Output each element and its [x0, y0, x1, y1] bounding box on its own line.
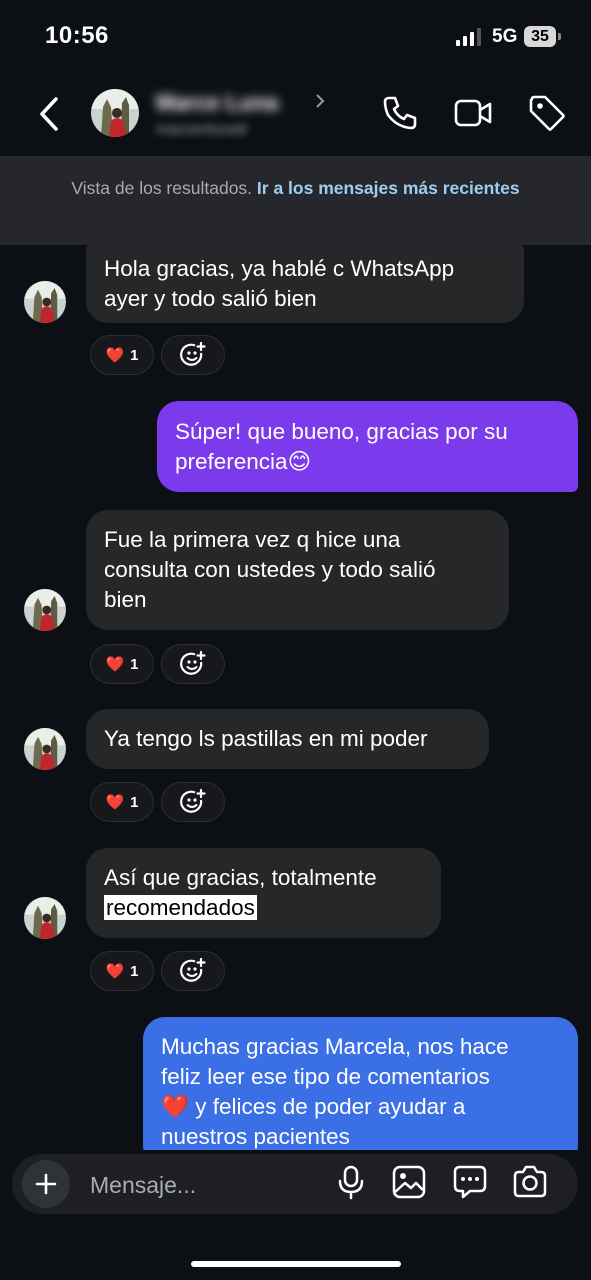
message-line: bien: [104, 587, 147, 612]
add-emoji-icon: [180, 341, 206, 366]
message-line: preferencia😊: [175, 448, 312, 474]
reaction-count: 1: [130, 962, 139, 980]
heart-icon: ❤️: [105, 963, 125, 980]
message-line: Muchas gracias Marcela, nos hace: [161, 1034, 509, 1059]
contact-name[interactable]: Marce Luna: [156, 90, 278, 116]
reaction-badge[interactable]: ❤️ 1: [90, 335, 154, 375]
sender-avatar[interactable]: [24, 281, 66, 323]
message-line: feliz leer ese tipo de comentarios: [161, 1064, 490, 1089]
message-line: ❤️ y felices de poder ayudar a: [161, 1094, 466, 1119]
heart-icon: ❤️: [105, 794, 125, 811]
heart-icon: ❤️: [105, 347, 125, 364]
phone-icon[interactable]: [380, 93, 420, 133]
reaction-badge[interactable]: ❤️ 1: [90, 644, 154, 684]
chevron-right-icon[interactable]: [314, 92, 326, 110]
add-reaction-button[interactable]: [161, 782, 225, 822]
sender-avatar[interactable]: [24, 589, 66, 631]
plus-icon: [35, 1173, 57, 1195]
message-input[interactable]: [88, 1168, 322, 1202]
message-line: ayer y todo salió bien: [104, 286, 317, 311]
add-emoji-icon: [180, 788, 206, 813]
incoming-message[interactable]: Ya tengo ls pastillas en mi poder: [86, 709, 489, 769]
incoming-message[interactable]: Fue la primera vez q hice una consulta c…: [86, 510, 509, 630]
sender-avatar[interactable]: [24, 728, 66, 770]
battery-icon: 35: [524, 26, 556, 47]
network-label: 5G: [492, 26, 518, 47]
home-indicator: [191, 1261, 401, 1267]
contact-avatar[interactable]: [91, 89, 139, 137]
video-camera-icon[interactable]: [453, 93, 493, 133]
search-highlight: recomendados: [104, 895, 257, 920]
image-icon[interactable]: [389, 1162, 429, 1202]
results-banner: Vista de los resultados. Ir a los mensaj…: [0, 156, 591, 245]
reaction-badge[interactable]: ❤️ 1: [90, 951, 154, 991]
message-line: Fue la primera vez q hice una: [104, 527, 401, 552]
heart-icon: ❤️: [105, 656, 125, 673]
camera-icon[interactable]: [510, 1162, 550, 1202]
outgoing-message[interactable]: Súper! que bueno, gracias por su prefere…: [157, 401, 578, 492]
banner-text: Vista de los resultados.: [71, 178, 253, 198]
incoming-message[interactable]: Así que gracias, totalmente recomendados: [86, 848, 441, 938]
sender-avatar[interactable]: [24, 897, 66, 939]
recent-messages-link[interactable]: Ir a los mensajes más recientes: [257, 178, 520, 198]
chevron-left-icon[interactable]: [36, 95, 64, 133]
chat-bubble-icon[interactable]: [450, 1162, 490, 1202]
microphone-icon[interactable]: [331, 1162, 371, 1202]
add-reaction-button[interactable]: [161, 644, 225, 684]
contact-username: marcemluna9: [156, 121, 247, 138]
reaction-count: 1: [130, 793, 139, 811]
incoming-message[interactable]: Hola gracias, ya hablé c WhatsApp ayer y…: [86, 245, 524, 323]
add-reaction-button[interactable]: [161, 951, 225, 991]
reaction-count: 1: [130, 346, 139, 364]
message-line: Así que gracias, totalmente: [104, 865, 377, 890]
message-line: nuestros pacientes: [161, 1124, 350, 1149]
reaction-badge[interactable]: ❤️ 1: [90, 782, 154, 822]
add-reaction-button[interactable]: [161, 335, 225, 375]
outgoing-message[interactable]: Muchas gracias Marcela, nos hace feliz l…: [143, 1017, 578, 1167]
add-emoji-icon: [180, 650, 206, 675]
message-line: Súper! que bueno, gracias por su: [175, 418, 508, 444]
battery-tip: [558, 33, 561, 40]
message-line: Hola gracias, ya hablé c WhatsApp: [104, 256, 455, 281]
add-emoji-icon: [180, 957, 206, 982]
message-line: consulta con ustedes y todo salió: [104, 557, 436, 582]
tag-icon[interactable]: [527, 93, 567, 133]
message-line: Ya tengo ls pastillas en mi poder: [104, 726, 428, 751]
reaction-count: 1: [130, 655, 139, 673]
plus-button[interactable]: [22, 1160, 70, 1208]
signal-icon: [456, 28, 484, 46]
status-time: 10:56: [45, 22, 109, 49]
